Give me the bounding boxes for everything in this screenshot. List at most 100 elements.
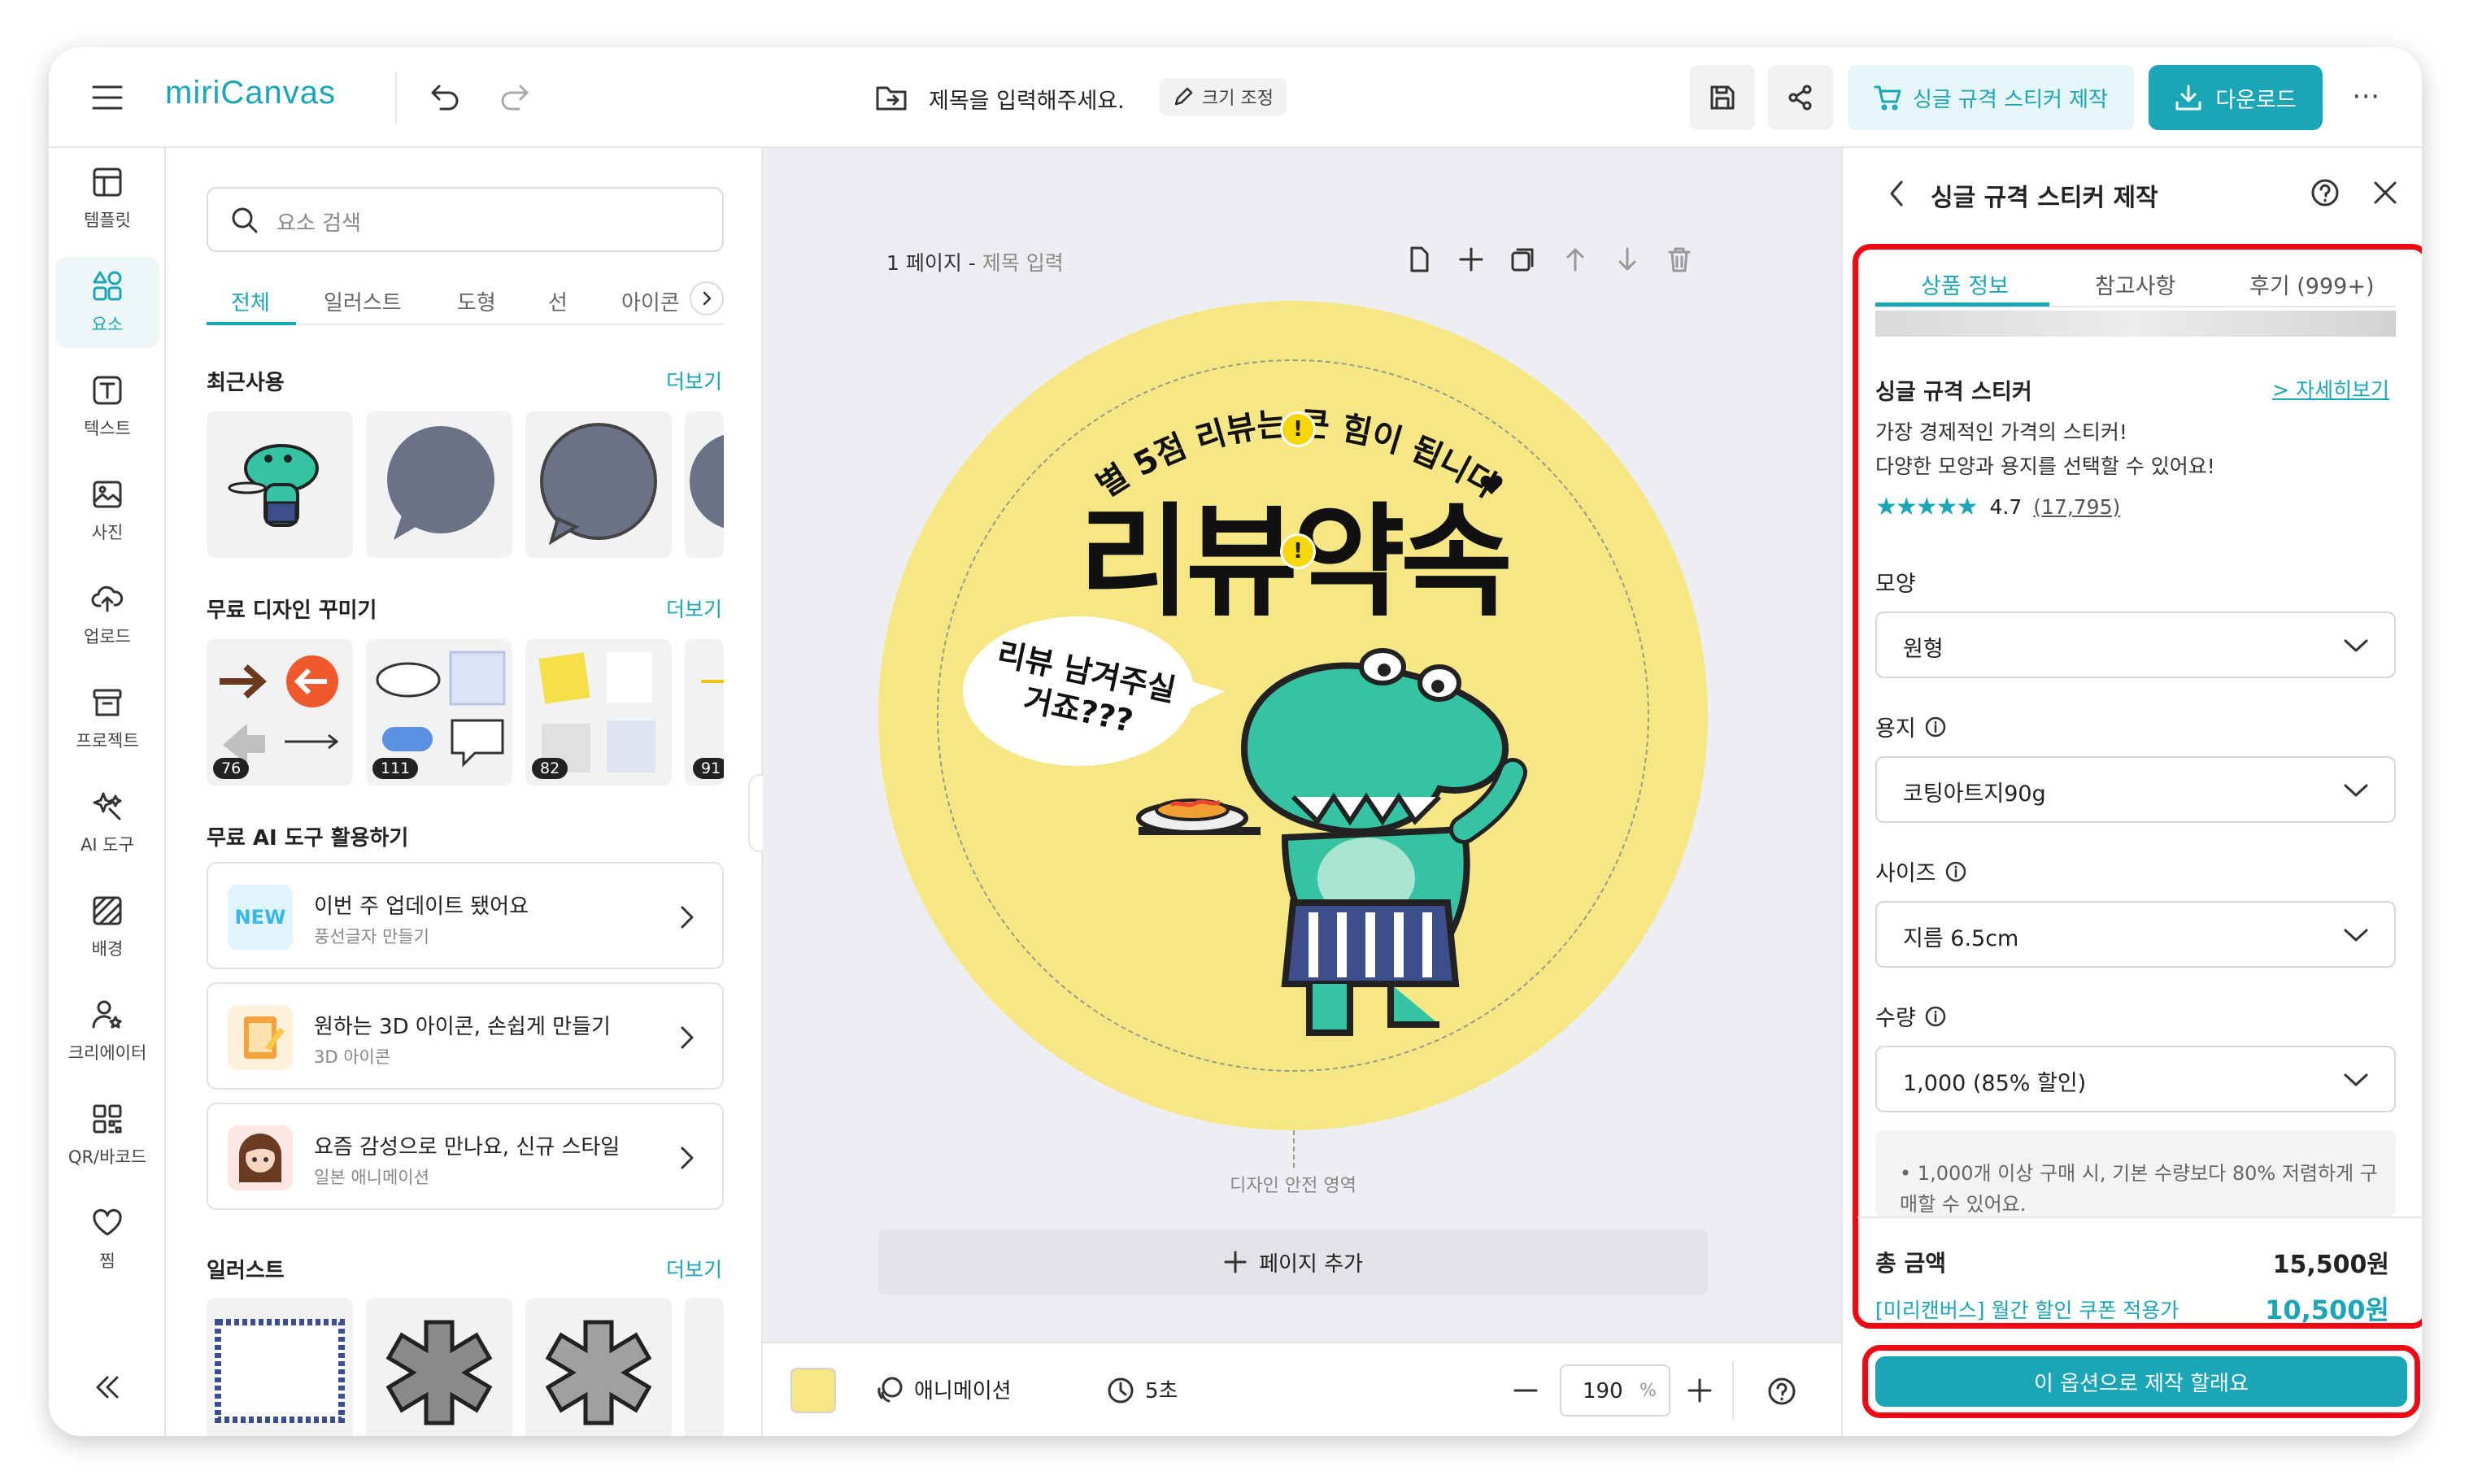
recent-thumb-bubble-2[interactable] bbox=[525, 411, 672, 558]
menu-icon[interactable] bbox=[91, 83, 124, 115]
sticker-order-panel: 싱글 규격 스티커 제작 상품 정보 참고사항 후기 (999+) 싱글 규격 … bbox=[1841, 148, 2422, 1436]
shape-select[interactable]: 원형 bbox=[1875, 611, 2396, 678]
illust-more-link[interactable]: 더보기 bbox=[666, 1254, 722, 1283]
background-color-swatch[interactable] bbox=[790, 1368, 836, 1413]
ai-card-anime[interactable]: 요즘 감성으로 만나요, 신규 스타일 일본 애니메이션 bbox=[207, 1103, 724, 1210]
quantity-select[interactable]: 1,000 (85% 할인) bbox=[1875, 1046, 2396, 1112]
tab-shape[interactable]: 도형 bbox=[457, 286, 496, 316]
add-icon[interactable] bbox=[1457, 246, 1485, 273]
paper-select[interactable]: 코팅아트지90g bbox=[1875, 756, 2396, 823]
ai-card-update[interactable]: NEW 이번 주 업데이트 됐어요 풍선글자 만들기 bbox=[207, 862, 724, 969]
ai-card-3d-icon[interactable]: 원하는 3D 아이콘, 손쉽게 만들기 3D 아이콘 bbox=[207, 982, 724, 1090]
tab-illust[interactable]: 일러스트 bbox=[324, 286, 402, 316]
decorate-thumb-notes[interactable]: 82 bbox=[525, 639, 672, 786]
sidebar-item-label: 배경 bbox=[91, 939, 124, 959]
sidebar-item-photo[interactable]: 사진 bbox=[55, 465, 159, 556]
zoom-out-button[interactable] bbox=[1511, 1376, 1540, 1408]
minus-icon bbox=[1513, 1389, 1538, 1392]
back-icon[interactable] bbox=[1885, 177, 1909, 213]
decorate-thumb-bubbles[interactable]: 111 bbox=[366, 639, 512, 786]
ai-card-subtitle: 일본 애니메이션 bbox=[314, 1168, 429, 1187]
sidebar-item-background[interactable]: 배경 bbox=[55, 881, 159, 973]
app-logo[interactable]: miriCanvas bbox=[165, 75, 336, 111]
download-button[interactable]: 다운로드 bbox=[2149, 65, 2323, 130]
sticker-order-button[interactable]: 싱글 규격 스티커 제작 bbox=[1848, 65, 2134, 130]
illust-thumb-frame[interactable] bbox=[207, 1298, 353, 1436]
detail-link[interactable]: > 자세히보기 bbox=[2272, 374, 2389, 403]
sidebar-item-template[interactable]: 템플릿 bbox=[55, 153, 159, 244]
undo-icon[interactable] bbox=[429, 83, 462, 115]
move-down-icon[interactable] bbox=[1613, 246, 1641, 273]
sidebar-item-favorite[interactable]: 찜 bbox=[55, 1194, 159, 1285]
trash-icon[interactable] bbox=[1666, 246, 1693, 273]
sticker-design[interactable]: 별 5점 리뷰는 큰 힘이 됩니다 리뷰약속 ! ! 리뷰 남겨주실 거죠??? bbox=[878, 301, 1708, 1130]
divider bbox=[395, 72, 397, 124]
shape-value: 원형 bbox=[1903, 637, 1944, 662]
redo-icon[interactable] bbox=[498, 83, 530, 115]
decorate-thumb-arrows[interactable]: 76 bbox=[207, 639, 353, 786]
more-icon[interactable]: ⋯ bbox=[2352, 80, 2381, 112]
duplicate-icon[interactable] bbox=[1509, 246, 1537, 273]
illust-thumb-asterisk[interactable] bbox=[366, 1298, 512, 1436]
app-window: miriCanvas 제목을 입력해주세요. 크기 조정 싱글 규격 스티커 제… bbox=[49, 47, 2422, 1436]
info-icon[interactable] bbox=[1944, 860, 1967, 883]
search-input[interactable]: 요소 검색 bbox=[207, 187, 724, 252]
share-button[interactable] bbox=[1768, 65, 1833, 130]
chevron-down-icon bbox=[2344, 784, 2368, 797]
sidebar-item-creator[interactable]: 크리에이터 bbox=[55, 986, 159, 1077]
tab-reviews[interactable]: 후기 (999+) bbox=[2249, 268, 2375, 300]
recent-more-link[interactable]: 더보기 bbox=[666, 366, 722, 395]
sidebar-item-ai-tools[interactable]: AI 도구 bbox=[55, 777, 159, 868]
help-button[interactable] bbox=[1766, 1376, 1797, 1410]
move-up-icon[interactable] bbox=[1561, 246, 1589, 273]
close-icon[interactable] bbox=[2371, 179, 2399, 210]
recent-thumb-croc[interactable] bbox=[207, 411, 353, 558]
info-icon[interactable] bbox=[1924, 1005, 1947, 1028]
sidebar-item-project[interactable]: 프로젝트 bbox=[55, 673, 159, 764]
page-title-input[interactable]: 제목 입력 bbox=[982, 251, 1064, 275]
plus-icon bbox=[1687, 1378, 1712, 1403]
total-price: 15,500원 bbox=[2272, 1251, 2389, 1279]
zoom-input[interactable]: 190 % bbox=[1560, 1364, 1670, 1417]
quantity-label: 수량 bbox=[1875, 1006, 1916, 1031]
sidebar-item-elements[interactable]: 요소 bbox=[55, 257, 159, 348]
illust-thumb-partial[interactable] bbox=[685, 1298, 724, 1436]
tab-all[interactable]: 전체 bbox=[231, 286, 270, 316]
collapse-sidebar-icon[interactable] bbox=[91, 1371, 124, 1407]
decorate-more-link[interactable]: 더보기 bbox=[666, 594, 722, 623]
folder-icon[interactable] bbox=[875, 83, 908, 115]
panel-title: 싱글 규격 스티커 제작 bbox=[1931, 184, 2158, 212]
size-select[interactable]: 지름 6.5cm bbox=[1875, 901, 2396, 968]
duration-button[interactable]: 5초 bbox=[1106, 1374, 1178, 1404]
page-number: 1 페이지 - bbox=[886, 251, 976, 275]
illust-thumb-asterisk-2[interactable] bbox=[525, 1298, 672, 1436]
tabs-next-button[interactable] bbox=[690, 281, 724, 316]
save-button[interactable] bbox=[1690, 65, 1755, 130]
document-title[interactable]: 제목을 입력해주세요. bbox=[929, 83, 1125, 115]
make-with-option-button[interactable]: 이 옵션으로 제작 할래요 bbox=[1875, 1356, 2407, 1407]
sidebar-item-text[interactable]: 텍스트 bbox=[55, 361, 159, 452]
sidebar-item-qr[interactable]: QR/바코드 bbox=[55, 1090, 159, 1181]
recent-thumb-partial[interactable] bbox=[685, 411, 724, 558]
recent-thumb-bubble[interactable] bbox=[366, 411, 512, 558]
info-icon[interactable] bbox=[1924, 716, 1947, 738]
warning-icon[interactable]: ! bbox=[1280, 411, 1316, 447]
qr-icon bbox=[93, 1104, 122, 1134]
zoom-in-button[interactable] bbox=[1685, 1376, 1714, 1408]
decorate-thumb-partial[interactable]: 91 bbox=[685, 639, 724, 786]
add-page-button[interactable]: 페이지 추가 bbox=[878, 1229, 1708, 1295]
sidebar-item-upload[interactable]: 업로드 bbox=[55, 569, 159, 660]
top-bar: miriCanvas 제목을 입력해주세요. 크기 조정 싱글 규격 스티커 제… bbox=[49, 47, 2422, 148]
tab-product-info[interactable]: 상품 정보 bbox=[1921, 268, 2009, 300]
tab-icon[interactable]: 아이콘 bbox=[621, 286, 680, 316]
tab-notes[interactable]: 참고사항 bbox=[2095, 268, 2175, 300]
sidebar-item-label: 프로젝트 bbox=[76, 731, 139, 751]
animation-button[interactable]: 애니메이션 bbox=[875, 1374, 1012, 1404]
new-page-icon[interactable] bbox=[1405, 246, 1433, 273]
safe-area-line bbox=[1293, 1130, 1295, 1168]
review-count[interactable]: (17,795) bbox=[2033, 495, 2120, 519]
warning-icon[interactable]: ! bbox=[1280, 533, 1316, 569]
tab-line[interactable]: 선 bbox=[548, 286, 568, 316]
resize-button[interactable]: 크기 조정 bbox=[1160, 78, 1287, 115]
help-icon[interactable] bbox=[2310, 177, 2341, 211]
